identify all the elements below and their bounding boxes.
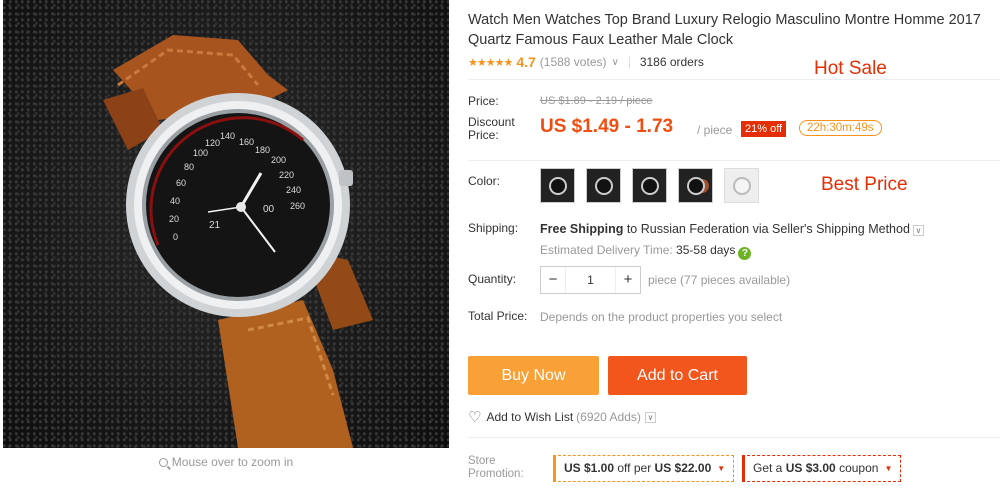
color-label: Color:	[468, 174, 501, 188]
get-coupon-button[interactable]: Get a US $3.00 coupon ▼	[742, 455, 902, 482]
dial-odometer: 00	[263, 204, 275, 215]
discount-label-line2: Price:	[468, 128, 499, 142]
dial-sub: 21	[209, 220, 221, 231]
dial-num: 160	[239, 137, 254, 147]
promo-label-line2: Promotion:	[468, 468, 524, 480]
dial-num: 60	[176, 178, 186, 188]
discount-price-label: Discount Price:	[468, 116, 515, 142]
divider	[468, 160, 1000, 161]
delivery-label: Estimated Delivery Time:	[540, 243, 677, 257]
wishlist-count: (6920 Adds)	[576, 410, 641, 424]
delivery-time: Estimated Delivery Time: 35-58 days?	[540, 243, 752, 260]
rating-stars: ★★★★★	[468, 56, 513, 69]
delivery-days: 35-58 days	[676, 243, 736, 257]
dial-num: 200	[271, 155, 286, 165]
quantity-input[interactable]: 1	[565, 267, 616, 293]
orders-count: 3186 orders	[639, 55, 704, 69]
watch-thumb-icon	[595, 177, 613, 195]
original-price: US $1.89 - 2.19 / piece	[540, 95, 653, 107]
shipping-free: Free Shipping	[540, 222, 624, 236]
caret-down-icon: ▼	[717, 464, 726, 473]
store-coupon-discount[interactable]: US $1.00 off per US $22.00 ▼	[553, 455, 735, 482]
product-title: Watch Men Watches Top Brand Luxury Relog…	[468, 12, 981, 48]
zoom-hint: Mouse over to zoom in	[0, 455, 452, 469]
total-price-label: Total Price:	[468, 309, 528, 323]
rating-row: ★★★★★ 4.7 (1588 votes) ∨ 3186 orders	[468, 53, 704, 71]
color-swatch[interactable]	[724, 168, 759, 203]
shipping-method[interactable]: Free Shipping to Russian Federation via …	[540, 222, 924, 236]
votes-count[interactable]: (1588 votes)	[540, 55, 607, 69]
rating-value: 4.7	[516, 54, 536, 70]
quantity-decrease-button[interactable]: −	[541, 267, 565, 293]
quantity-label: Quantity:	[468, 272, 517, 286]
color-swatch[interactable]	[678, 168, 713, 203]
dial-num: 80	[184, 162, 194, 172]
coupon-mid: off per	[614, 461, 655, 475]
dial-num: 240	[286, 185, 301, 195]
best-price-banner: Best Price	[821, 174, 908, 195]
wishlist-row[interactable]: ♡ Add to Wish List (6920 Adds) ∨	[468, 408, 656, 426]
question-icon[interactable]: ?	[738, 247, 752, 260]
watch-illustration: 0 20 40 60 80 100 120 140 160 180 200 22…	[103, 35, 373, 448]
dial-num: 120	[205, 138, 220, 148]
buy-now-button[interactable]: Buy Now	[468, 356, 599, 395]
product-gallery: 0 20 40 60 80 100 120 140 160 180 200 22…	[0, 0, 452, 491]
coupon-amount: US $1.00	[564, 461, 615, 475]
divider	[468, 79, 1000, 80]
dial-num: 40	[170, 196, 180, 206]
divider	[468, 437, 1000, 438]
discount-badge: 21% off	[741, 121, 787, 137]
per-piece: / piece	[697, 123, 733, 137]
add-to-cart-button[interactable]: Add to Cart	[608, 356, 747, 395]
magnifier-icon	[158, 458, 168, 467]
watch-thumb-icon	[733, 177, 751, 195]
coupon-min: US $22.00	[654, 461, 712, 475]
add-to-wishlist-link[interactable]: Add to Wish List	[486, 410, 573, 424]
coupon-amount: US $3.00	[785, 461, 836, 475]
total-price-note: Depends on the product properties you se…	[540, 310, 783, 324]
dial-num: 220	[279, 170, 294, 180]
quantity-available: piece (77 pieces available)	[648, 273, 791, 287]
color-swatch[interactable]	[586, 168, 621, 203]
shipping-detail: to Russian Federation via Seller's Shipp…	[623, 222, 910, 236]
dial-num: 140	[220, 131, 235, 141]
chevron-down-icon[interactable]: ∨	[644, 411, 656, 423]
quantity-stepper: − 1 +	[540, 266, 641, 294]
price-label: Price:	[468, 94, 499, 108]
promo-label-line1: Store	[468, 455, 496, 467]
product-main-image[interactable]: 0 20 40 60 80 100 120 140 160 180 200 22…	[3, 0, 449, 448]
dial-num: 20	[169, 214, 179, 224]
chevron-down-icon[interactable]: ∨	[912, 225, 924, 236]
zoom-hint-text: Mouse over to zoom in	[171, 455, 294, 469]
current-price: US $1.49 - 1.73	[540, 116, 674, 137]
coupon-post: coupon	[835, 461, 879, 475]
shipping-label: Shipping:	[468, 221, 519, 235]
watch-thumb-icon	[687, 177, 705, 195]
divider	[628, 56, 630, 68]
dial-num: 180	[255, 145, 270, 155]
heart-plus-icon[interactable]: ♡	[468, 408, 481, 426]
dial-num: 260	[290, 201, 305, 211]
coupon-pre: Get a	[753, 461, 786, 475]
store-promotion-label: Store Promotion:	[468, 455, 524, 481]
watch-thumb-icon	[549, 177, 567, 195]
hot-sale-banner: Hot Sale	[814, 58, 887, 79]
countdown-timer: 22h:30m:49s	[799, 120, 882, 136]
dial-num: 100	[193, 148, 208, 158]
color-swatch[interactable]	[632, 168, 667, 203]
color-swatch[interactable]	[540, 168, 575, 203]
caret-down-icon: ▼	[884, 464, 893, 473]
quantity-increase-button[interactable]: +	[616, 267, 640, 293]
chevron-down-icon[interactable]: ∨	[611, 57, 618, 68]
product-info: Watch Men Watches Top Brand Luxury Relog…	[468, 0, 1000, 491]
color-swatches	[540, 168, 759, 203]
dial-num: 0	[173, 232, 178, 242]
watch-thumb-icon	[641, 177, 659, 195]
